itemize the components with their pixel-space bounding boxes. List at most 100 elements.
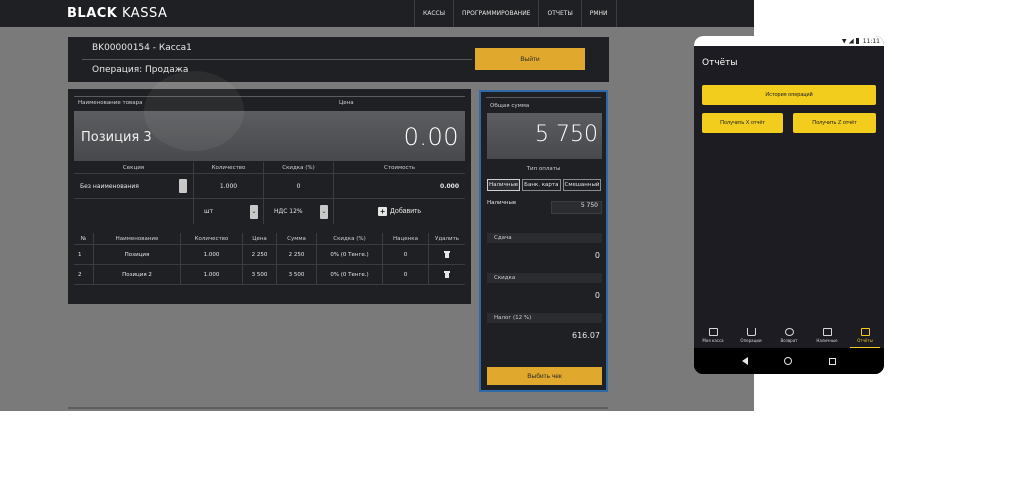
tax-value-total: 616.07 (572, 331, 600, 340)
bottom-nav-label: Моя касса (702, 338, 724, 343)
bottom-nav-label: Отчёты (857, 338, 873, 343)
section-select[interactable]: Без наименования (74, 174, 194, 198)
section-dropdown-icon[interactable] (179, 179, 187, 193)
discount-value: 0 (594, 291, 600, 300)
change-value: 0 (594, 251, 600, 260)
bottom-nav-operations[interactable]: Операции (732, 323, 770, 348)
item-price: 0.00 (403, 123, 459, 151)
report-icon (860, 328, 870, 336)
punch-receipt-button[interactable]: Выбить чек (487, 367, 602, 385)
unit-dropdown-icon[interactable]: ⌄ (250, 204, 258, 219)
bottom-nav-label: Операции (740, 338, 762, 343)
th-sum: Сумма (277, 233, 317, 244)
phone-title: Отчёты (702, 58, 738, 68)
cell-sum: 3 500 (277, 265, 317, 284)
item-display[interactable]: Позиция 3 0.00 (74, 71, 465, 161)
unit-select[interactable]: шт ⌄ (194, 199, 264, 224)
section-value: Без наименования (80, 182, 139, 190)
add-cell: + Добавить (334, 199, 465, 224)
add-label: Добавить (390, 208, 421, 215)
col-discount: Скидка (%) (264, 162, 334, 173)
exit-button[interactable]: Выйти (475, 48, 585, 70)
paytype-mixed[interactable]: Смешанный (562, 179, 602, 191)
bottom-nav-label: Наличные (816, 338, 838, 343)
cart-icon (746, 328, 756, 336)
col-cost: Стоимость (384, 164, 415, 171)
z-report-button[interactable]: Получить Z отчёт (793, 113, 876, 133)
top-bar: BLACK KASSA КАССЫ ПРОГРАММИРОВАНИЕ ОТЧЕТ… (0, 0, 754, 27)
nav-kassy[interactable]: КАССЫ (414, 0, 453, 27)
cell-markup: 0 (383, 245, 429, 264)
back-icon[interactable] (742, 357, 749, 365)
trash-icon[interactable] (444, 271, 450, 278)
total-amount: 5 750 (535, 122, 598, 147)
discount-input[interactable]: 0 (264, 174, 334, 198)
cell-quantity: 1.000 (181, 245, 243, 264)
brand-logo[interactable]: BLACK KASSA (67, 6, 167, 21)
cell-num: 1 (74, 245, 94, 264)
wifi-icon (841, 38, 847, 44)
bottom-nav-my-kassa[interactable]: Моя касса (694, 323, 732, 348)
recent-apps-icon[interactable] (828, 357, 836, 365)
status-bar: 11:11 (694, 36, 884, 46)
table-row[interactable]: 1 Позиция 1.000 2 250 2 250 0% (0 Тенге.… (74, 245, 465, 265)
unit-value: шт (204, 208, 213, 215)
display-decoration (144, 71, 244, 151)
th-price: Цена (243, 233, 277, 244)
items-table-header: № Наименование Количество Цена Сумма Ски… (74, 233, 465, 245)
bottom-nav-cash[interactable]: Наличные (808, 323, 846, 348)
signal-icon (848, 38, 854, 44)
col-quantity: Количество (194, 162, 264, 173)
item-name-label: Наименование товара (78, 100, 143, 106)
payment-topline (486, 97, 601, 98)
total-label: Общая сумма (490, 103, 530, 109)
android-nav (694, 348, 884, 374)
x-report-button[interactable]: Получить X отчёт (702, 113, 783, 133)
col-section: Секция (74, 162, 194, 173)
th-discount: Скидка (%) (317, 233, 383, 244)
cell-num: 2 (74, 265, 94, 284)
paytype-cash[interactable]: Наличные (487, 179, 521, 191)
cell-sum: 2 250 (277, 245, 317, 264)
cell-markup: 0 (383, 265, 429, 284)
refund-icon (784, 328, 794, 336)
cell-name: Позиция 2 (94, 265, 181, 284)
paytype-card[interactable]: Банк. карта (522, 179, 561, 191)
bottom-nav-refund[interactable]: Возврат (770, 323, 808, 348)
empty-cell (74, 199, 194, 224)
cell-price: 2 250 (243, 245, 277, 264)
phone-app: 11:11 Отчёты История операций Получить X… (694, 36, 884, 374)
tax-label: Налог (12 %) (487, 313, 602, 323)
discount-block: Скидка 0 (487, 273, 602, 300)
trash-icon[interactable] (444, 251, 450, 258)
home-icon[interactable] (784, 357, 793, 365)
table-row[interactable]: 2 Позиция 2 1.000 3 500 3 500 0% (0 Тенг… (74, 265, 465, 285)
cash-input[interactable]: 5 750 (551, 201, 602, 214)
delete-cell (429, 265, 465, 284)
bottom-nav-reports[interactable]: Отчёты (846, 323, 884, 348)
main-nav: КАССЫ ПРОГРАММИРОВАНИЕ ОТЧЕТЫ РМНИ (414, 0, 617, 27)
add-button[interactable]: + Добавить (378, 207, 421, 216)
paytype-tabs: Наличные Банк. карта Смешанный (487, 179, 602, 191)
tax-select[interactable]: НДС 12% ⌄ (264, 199, 334, 224)
cell-price: 3 500 (243, 265, 277, 284)
brand-light: KASSA (117, 6, 168, 21)
panel-topline (74, 96, 465, 97)
cell-discount: 0% (0 Тенге.) (317, 265, 383, 284)
quantity-input[interactable]: 1.000 (194, 174, 264, 198)
discount-label: Скидка (487, 273, 602, 283)
nav-reports[interactable]: ОТЧЕТЫ (538, 0, 580, 27)
screen: BLACK KASSA КАССЫ ПРОГРАММИРОВАНИЕ ОТЧЕТ… (0, 0, 1013, 477)
entry-options-row: шт ⌄ НДС 12% ⌄ + Добавить (74, 199, 465, 224)
bottom-nav-label: Возврат (780, 338, 798, 343)
header-divider (82, 59, 472, 60)
tax-dropdown-icon[interactable]: ⌄ (320, 204, 328, 219)
item-name: Позиция 3 (81, 130, 152, 145)
nav-rmni[interactable]: РМНИ (580, 0, 617, 27)
tax-block: Налог (12 %) 616.07 (487, 313, 602, 340)
entry-header: Секция Количество Скидка (%) Стоимость (74, 162, 465, 174)
cell-quantity: 1.000 (181, 265, 243, 284)
history-button[interactable]: История операций (702, 85, 876, 105)
nav-programming[interactable]: ПРОГРАММИРОВАНИЕ (453, 0, 538, 27)
entry-row: Без наименования 1.000 0 0.000 (74, 174, 465, 199)
